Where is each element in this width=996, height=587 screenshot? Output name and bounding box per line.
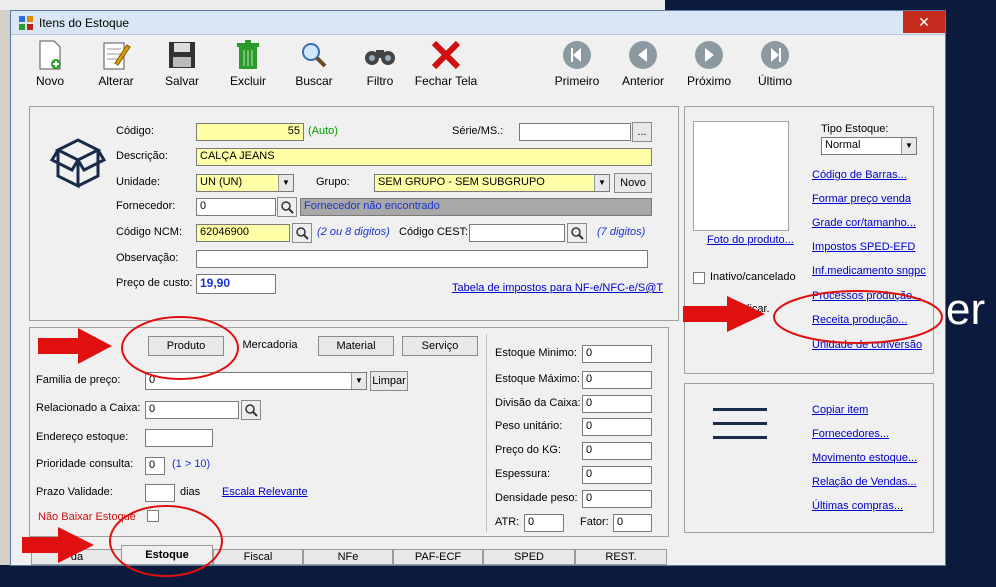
- red-circle-receita: [773, 290, 943, 344]
- red-arrow-receita: [683, 296, 765, 332]
- red-circle-estoque-tab: [109, 505, 223, 577]
- red-arrow-estoque-tab: [22, 527, 94, 563]
- red-arrow-produto: [38, 328, 112, 364]
- annotation-layer: [22, 290, 943, 577]
- red-circle-produto: [121, 316, 239, 380]
